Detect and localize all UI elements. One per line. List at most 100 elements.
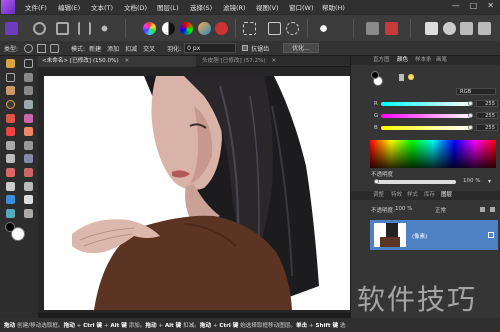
freehand-selection-icon[interactable] [6,100,15,109]
layout-icon[interactable] [460,22,473,35]
pen-tool-icon[interactable] [6,182,15,191]
invert-selection-icon[interactable] [286,22,299,35]
assistant-icon[interactable] [385,22,398,35]
menu-select[interactable]: 选择(S) [190,2,223,12]
menu-filter[interactable]: 滤镜(R) [223,2,256,12]
layer-options-icon[interactable] [490,207,495,212]
tab-histogram[interactable]: 直方图 [373,56,390,65]
tab-stock[interactable]: 库存 [424,191,435,200]
chevron-down-icon[interactable] [328,22,334,35]
opacity-slider-knob[interactable] [374,179,379,184]
mode-intersect-button[interactable]: 交叉 [143,44,155,53]
deselect-icon[interactable] [268,22,281,35]
color-wheel-icon[interactable] [143,22,156,35]
tab-styles[interactable]: 样式 [407,191,418,200]
straighten-tool-icon[interactable] [24,73,33,82]
zoom-tool-icon[interactable] [24,209,33,218]
erase-brush-icon[interactable] [6,127,15,136]
persona-develop-icon[interactable] [56,22,69,35]
pencil-icon[interactable] [24,114,33,123]
menu-view[interactable]: 视图(V) [256,2,289,12]
black-white-icon[interactable] [162,22,175,35]
opacity-slider[interactable] [376,180,456,184]
node-tool-icon[interactable] [24,182,33,191]
antialias-checkbox[interactable] [242,45,249,51]
snapping-icon[interactable] [366,22,379,35]
chevron-down-icon[interactable]: ▾ [488,178,491,185]
healing-icon[interactable] [24,168,33,177]
persona-liquify-icon[interactable] [33,22,46,35]
g-slider-knob[interactable] [468,113,473,118]
color-dot-icon[interactable] [408,74,414,80]
color-mode-select[interactable]: RGB [456,88,496,95]
sponge-icon[interactable] [6,154,15,163]
secondary-color-swatch[interactable] [5,222,15,232]
document-tab-untitled[interactable]: <未命名> [已修改] (150.0%) ✕ [38,56,196,67]
g-value[interactable]: 255 [476,112,498,119]
paint-brush-icon[interactable] [6,114,15,123]
layer-visibility-checkbox[interactable] [488,232,494,238]
select-all-icon[interactable] [243,22,256,35]
menu-layer[interactable]: 图层(L) [157,2,190,12]
color-secondary-well[interactable] [371,71,379,79]
mesh-warp-icon[interactable] [6,209,15,218]
refine-button[interactable]: 优化... [283,43,319,53]
b-value[interactable]: 255 [476,124,498,131]
text-tool-icon[interactable] [24,195,33,204]
color-spectrum[interactable] [370,140,496,168]
magnetic-type-icon[interactable] [50,43,60,53]
menu-file[interactable]: 文件(F) [25,2,58,12]
r-slider[interactable] [381,102,471,106]
tab-effects[interactable]: 特效 [391,191,402,200]
menu-window[interactable]: 窗口(W) [289,2,322,12]
polygon-type-icon[interactable] [37,43,47,53]
blend-mode-select[interactable]: 正常 [435,206,446,214]
view-tool-icon[interactable] [6,59,15,68]
g-slider[interactable] [381,114,471,118]
smudge-icon[interactable] [24,154,33,163]
r-value[interactable]: 255 [476,100,498,107]
menu-document[interactable]: 文档(D) [124,2,157,12]
mode-new-button[interactable]: 新建 [89,44,101,53]
lasso-type-icon[interactable] [24,43,34,53]
close-icon[interactable]: ✕ [125,58,130,64]
tab-swatches[interactable]: 样本条 [415,56,432,65]
flood-fill-icon[interactable] [24,127,33,136]
arrange-icon[interactable] [425,22,438,35]
layer-settings-icon[interactable] [480,207,485,212]
crop-tool-icon[interactable] [6,73,15,82]
document-tab-photo[interactable]: 头皮胆 [已修改] (57.2%) ✕ [198,56,350,67]
opacity-value[interactable]: 100 % [463,178,480,184]
selection-brush-icon[interactable] [24,86,33,95]
tab-layers[interactable]: 图层 [441,191,452,200]
menu-text[interactable]: 文本(T) [91,2,124,12]
levels-icon[interactable] [198,22,211,35]
eyedropper-icon[interactable] [399,74,404,81]
account-icon[interactable] [443,22,456,35]
layer-opacity-value[interactable]: 100 % [395,206,412,212]
layer-row[interactable]: (像素) [370,220,498,250]
move-tool-icon[interactable] [24,59,33,68]
close-icon[interactable]: ✕ [272,58,277,64]
rectangle-tool-icon[interactable] [6,195,15,204]
mode-subtract-button[interactable]: 扣减 [125,44,137,53]
b-slider[interactable] [381,126,471,130]
close-button[interactable]: ✕ [487,1,494,10]
persona-photo-icon[interactable] [5,22,18,35]
minimize-button[interactable]: — [452,1,460,10]
tab-adjustments[interactable]: 调整 [373,191,384,200]
maximize-button[interactable]: □ [470,1,478,10]
menu-edit[interactable]: 编辑(E) [58,2,91,12]
settings-icon[interactable] [478,22,491,35]
b-slider-knob[interactable] [468,125,473,130]
color-picker-icon[interactable] [6,86,15,95]
persona-tonemap-icon[interactable] [78,22,91,35]
r-slider-knob[interactable] [468,101,473,106]
feather-input[interactable]: 0 px [184,43,237,53]
auto-color-icon[interactable] [215,22,228,35]
menu-help[interactable]: 帮助(H) [322,2,355,12]
burn-icon[interactable] [24,141,33,150]
flood-select-icon[interactable] [24,100,33,109]
canvas-photo[interactable] [44,76,350,310]
clone-icon[interactable] [6,168,15,177]
